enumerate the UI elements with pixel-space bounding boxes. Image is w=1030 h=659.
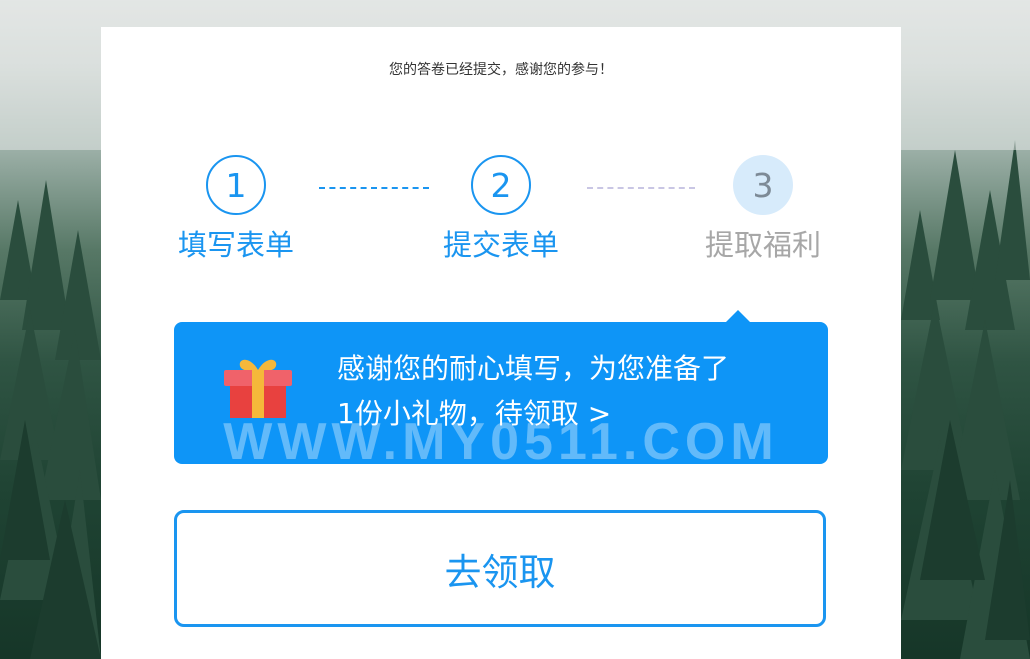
claim-button[interactable]: 去领取 <box>174 510 826 627</box>
step-fill-form: 1 填写表单 <box>156 155 316 265</box>
step-label: 填写表单 <box>177 228 294 262</box>
step-number: 1 <box>206 155 266 215</box>
gift-banner[interactable]: 感谢您的耐心填写，为您准备了 1份小礼物，待领取 > WWW.MY0511.CO… <box>174 310 828 464</box>
result-card: 您的答卷已经提交，感谢您的参与！ 1 填写表单 2 提交表单 3 提取福利 感谢… <box>101 27 901 659</box>
step-label: 提交表单 <box>442 228 559 262</box>
step-connector <box>587 187 695 189</box>
step-claim-reward: 3 提取福利 <box>683 155 843 265</box>
gift-icon <box>224 359 292 418</box>
watermark: WWW.MY0511.COM <box>223 417 779 464</box>
gift-message-line-1: 感谢您的耐心填写，为您准备了 <box>337 352 730 385</box>
step-submit-form: 2 提交表单 <box>421 155 581 265</box>
step-number: 2 <box>471 155 531 215</box>
submission-notice: 您的答卷已经提交，感谢您的参与！ <box>389 62 613 78</box>
step-connector <box>319 187 429 189</box>
step-number: 3 <box>733 155 793 215</box>
step-label: 提取福利 <box>704 228 821 262</box>
